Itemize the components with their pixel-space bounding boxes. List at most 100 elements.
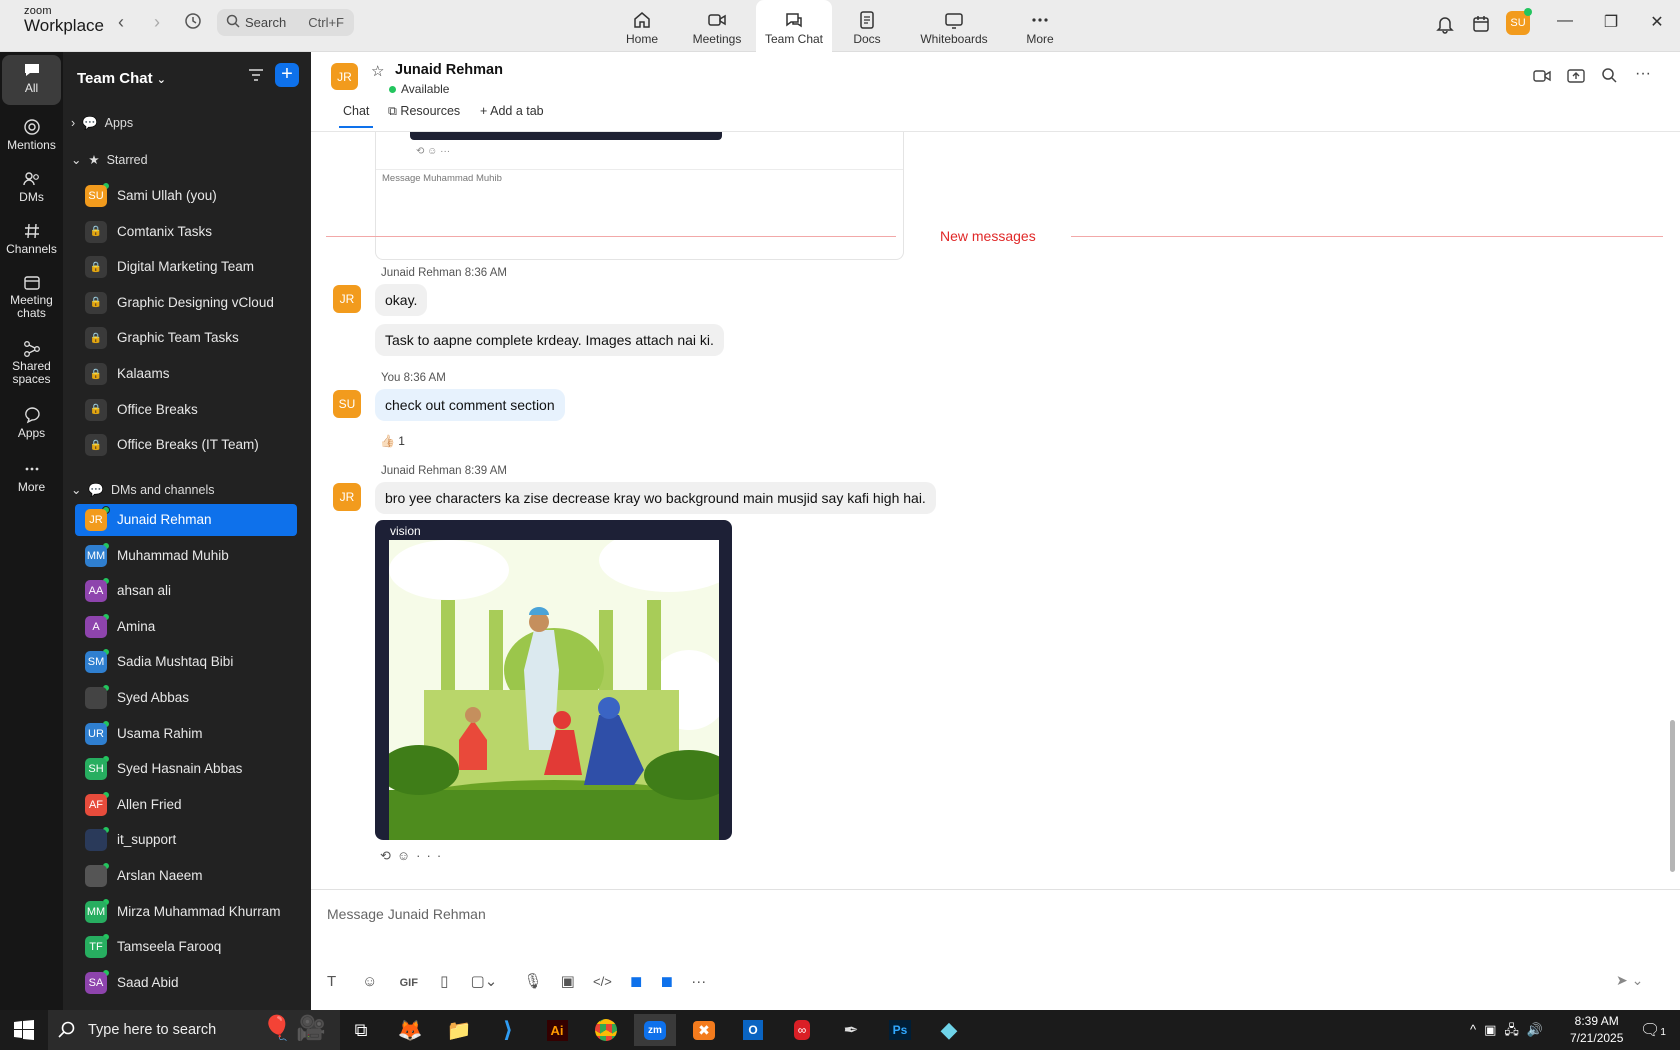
notification-icon[interactable]: 🗨1 (1640, 1020, 1666, 1040)
tab-add[interactable]: + Add a tab (480, 104, 544, 118)
message-bubble[interactable]: bro yee characters ka zise decrease kray… (375, 482, 936, 514)
calendar-icon[interactable] (1471, 14, 1493, 36)
dms-section[interactable]: ⌄ 💬 DMs and channels (71, 482, 214, 498)
video-call-icon[interactable] (1533, 68, 1551, 89)
screenshot-icon[interactable]: ▢⌄ (471, 973, 498, 990)
sidebar-title[interactable]: Team Chat ⌄ (77, 70, 166, 87)
sidebar-item[interactable]: TF Tamseela Farooq (75, 931, 297, 963)
pen-tool-icon[interactable]: ✒ (830, 1014, 872, 1046)
firefox-icon[interactable]: 🦊 (389, 1014, 431, 1046)
message-bubble[interactable]: check out comment section (375, 389, 565, 421)
clock[interactable]: 8:39 AM 7/21/2025 (1570, 1013, 1623, 1047)
image-attachment[interactable]: vision (375, 520, 732, 840)
bell-icon[interactable] (1435, 14, 1457, 36)
sidebar-item[interactable]: UR Usama Rahim (75, 718, 297, 750)
sender-avatar[interactable]: JR (333, 285, 361, 313)
vscode-icon[interactable]: ⟩ (487, 1014, 529, 1046)
send-icon[interactable]: ➤ ⌄ (1616, 972, 1643, 989)
xampp-icon[interactable]: ✖ (683, 1014, 725, 1046)
tab-more[interactable]: More (1002, 0, 1078, 52)
sidebar-item[interactable]: JR Junaid Rehman (75, 504, 297, 536)
tab-home[interactable]: Home (604, 0, 680, 52)
rail-channels[interactable]: Channels (2, 216, 61, 266)
sidebar-item[interactable]: 🔒 Digital Marketing Team (75, 251, 297, 283)
share-screen-icon[interactable] (1567, 68, 1585, 89)
video-message-icon[interactable]: ▣ (561, 973, 575, 990)
outlook-icon[interactable]: O (732, 1014, 774, 1046)
message-input[interactable]: Message Junaid Rehman (327, 906, 486, 922)
filter-icon[interactable] (247, 66, 267, 86)
sidebar-item[interactable]: AF Allen Fried (75, 789, 297, 821)
chrome-icon[interactable] (585, 1014, 627, 1046)
photoshop-icon[interactable]: Ps (879, 1014, 921, 1046)
minimize-button[interactable]: — (1553, 12, 1577, 36)
tab-whiteboards[interactable]: Whiteboards (916, 0, 992, 52)
sidebar-item[interactable]: SM Sadia Mushtaq Bibi (75, 646, 297, 678)
rail-mentions[interactable]: Mentions (2, 112, 61, 162)
sidebar-item[interactable]: MM Mirza Muhammad Khurram (75, 896, 297, 928)
sidebar-item[interactable]: 🔒 Kalaams (75, 358, 297, 390)
zoom-app-icon[interactable]: ◼ (661, 973, 673, 990)
gif-button[interactable]: GIF (400, 977, 418, 989)
history-icon[interactable] (182, 12, 204, 34)
sidebar-item[interactable]: 🔒 Graphic Designing vCloud (75, 287, 297, 319)
rail-meeting-chats[interactable]: Meeting chats (2, 268, 61, 330)
tab-meetings[interactable]: Meetings (679, 0, 755, 52)
tab-docs[interactable]: Docs (829, 0, 905, 52)
rail-more[interactable]: More (2, 454, 61, 504)
emoji-icon[interactable]: ☺ (362, 973, 377, 990)
sender-avatar[interactable]: JR (333, 483, 361, 511)
app-icon[interactable]: ◆ (928, 1014, 970, 1046)
file-icon[interactable]: ▯ (440, 973, 448, 990)
back-icon[interactable]: ‹ (110, 12, 132, 34)
sidebar-item[interactable]: 🔒 Graphic Team Tasks (75, 322, 297, 354)
more-icon[interactable]: ··· (691, 973, 706, 990)
rail-shared-spaces[interactable]: Shared spaces (2, 334, 61, 396)
sidebar-item[interactable]: SH Syed Hasnain Abbas (75, 753, 297, 785)
reaction-thumbs-up[interactable]: 👍🏻 1 (380, 434, 405, 448)
task-view-icon[interactable]: ⧉ (340, 1014, 382, 1046)
maximize-button[interactable]: ❐ (1599, 12, 1623, 36)
sidebar-item[interactable]: 🔒 Office Breaks (75, 394, 297, 426)
sidebar-item[interactable]: AA ahsan ali (75, 575, 297, 607)
tab-team-chat[interactable]: Team Chat (756, 0, 832, 52)
creative-cloud-icon[interactable]: ∞ (781, 1014, 823, 1046)
search-input[interactable]: Search Ctrl+F (217, 9, 354, 36)
windows-start-icon[interactable] (14, 1020, 34, 1045)
more-options-icon[interactable]: ··· (1635, 65, 1651, 83)
star-icon[interactable]: ☆ (371, 62, 384, 80)
rail-dms[interactable]: DMs (2, 164, 61, 214)
sidebar-item[interactable]: SA Saad Abid (75, 967, 297, 999)
contact-name[interactable]: Junaid Rehman (395, 62, 503, 78)
code-icon[interactable]: </> (593, 974, 612, 989)
sidebar-item[interactable]: it_support (75, 824, 297, 856)
starred-section[interactable]: ⌄ ★ Starred (71, 152, 148, 167)
tab-chat[interactable]: Chat (339, 104, 373, 128)
mic-icon[interactable]: 🎙 (523, 973, 542, 990)
forward-icon[interactable]: › (146, 12, 168, 34)
tab-resources[interactable]: ⧉ Resources (388, 104, 460, 119)
sidebar-item[interactable]: 🔒 Office Breaks (IT Team) (75, 429, 297, 461)
sidebar-item[interactable]: Syed Abbas (75, 682, 297, 714)
new-chat-button[interactable]: + (275, 63, 299, 87)
message-actions[interactable]: ⟲☺··· (380, 848, 447, 864)
sidebar-item[interactable]: A Amina (75, 611, 297, 643)
contact-avatar[interactable]: JR (331, 63, 358, 90)
chat-scrollbar[interactable] (1670, 720, 1675, 872)
apps-section[interactable]: › 💬 Apps (71, 116, 133, 131)
sidebar-item[interactable]: SU Sami Ullah (you) (75, 180, 297, 212)
system-tray[interactable]: ^▣🖧🔊 (1470, 1021, 1551, 1043)
illustrator-icon[interactable]: Ai (536, 1014, 578, 1046)
message-bubble[interactable]: Task to aapne complete krdeay. Images at… (375, 324, 724, 356)
sidebar-item[interactable]: Arslan Naeem (75, 860, 297, 892)
sidebar-item[interactable]: MM Muhammad Muhib (75, 540, 297, 572)
sidebar-item[interactable]: 🔒 Comtanix Tasks (75, 216, 297, 248)
rail-apps[interactable]: Apps (2, 400, 61, 450)
format-text-icon[interactable]: T (327, 973, 336, 990)
close-button[interactable]: ✕ (1645, 12, 1669, 36)
search-icon[interactable] (1601, 67, 1617, 88)
my-avatar[interactable]: SU (333, 390, 361, 418)
file-explorer-icon[interactable]: 📁 (438, 1014, 480, 1046)
zoom-icon[interactable]: zm (634, 1014, 676, 1046)
taskbar-search[interactable]: Type here to search 🎈 🎥 (48, 1010, 340, 1050)
